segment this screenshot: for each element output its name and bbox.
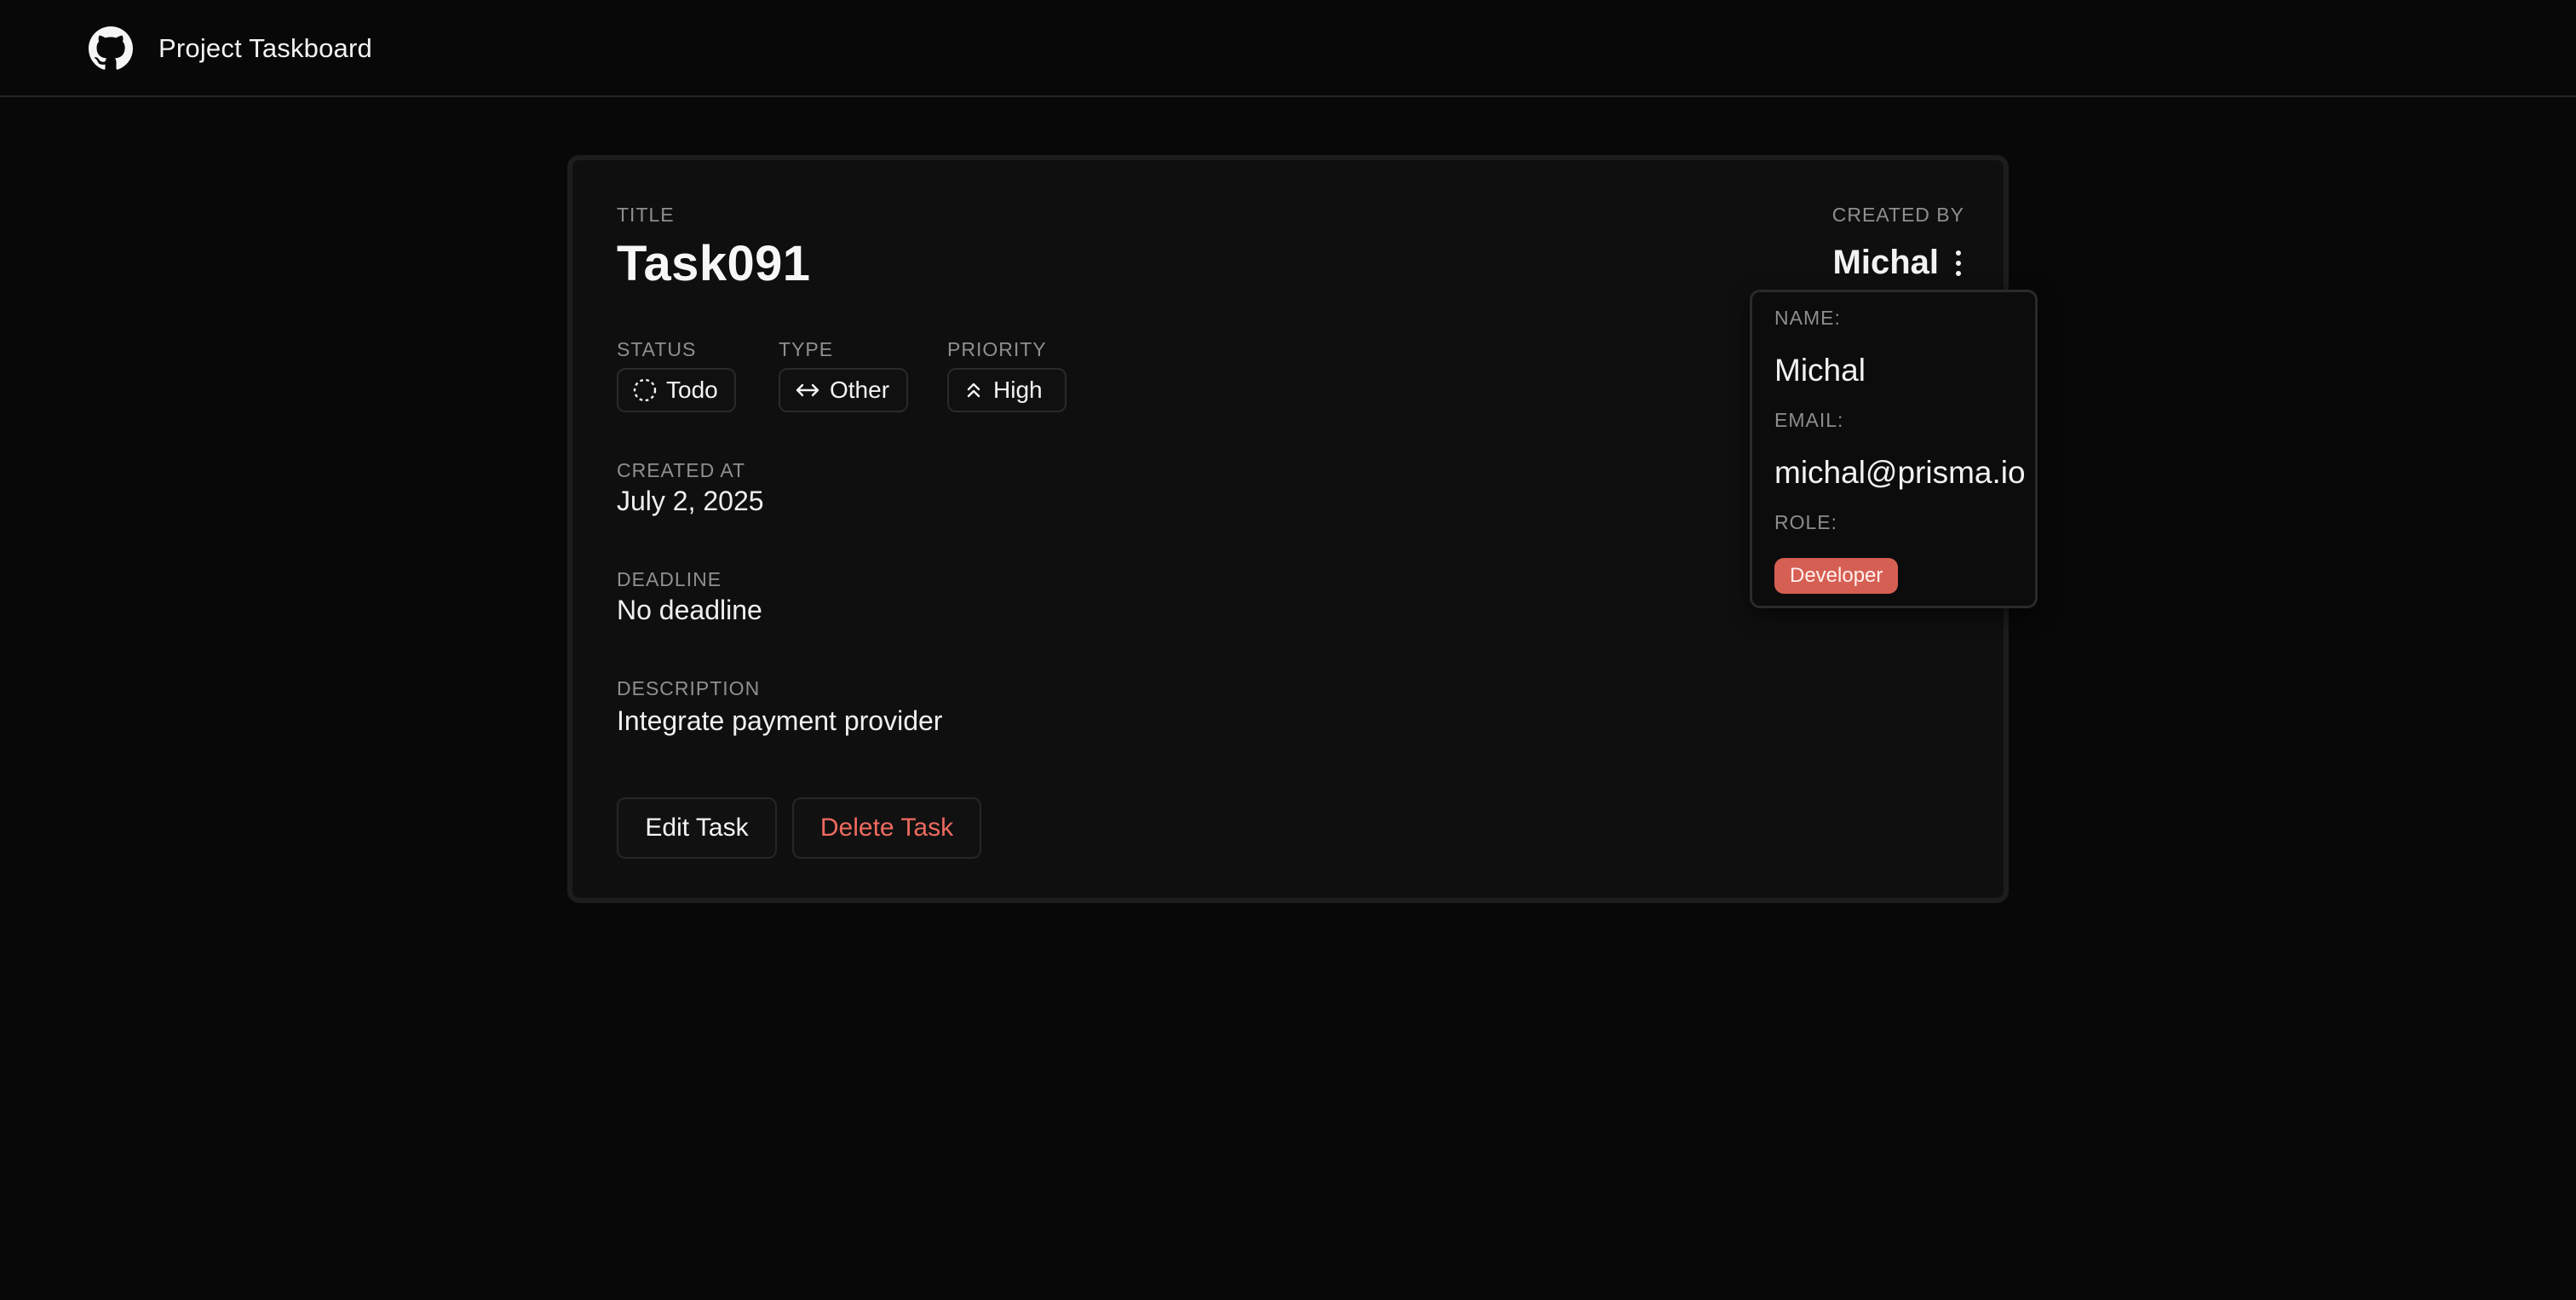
priority-value: High xyxy=(993,377,1043,403)
popover-name: Michal xyxy=(1774,353,1866,388)
status-badge[interactable]: Todo xyxy=(617,368,736,412)
popover-name-label: NAME: xyxy=(1774,307,1841,329)
created-by-label: CREATED BY xyxy=(1831,204,1964,226)
arrows-horizontal-icon xyxy=(796,383,819,397)
priority-badge[interactable]: High xyxy=(947,368,1067,412)
status-label: STATUS xyxy=(617,338,697,360)
github-icon[interactable] xyxy=(89,26,133,71)
description-value: Integrate payment provider xyxy=(617,705,943,736)
description-label: DESCRIPTION xyxy=(617,677,761,699)
type-badge[interactable]: Other xyxy=(779,368,908,412)
top-navbar: Project Taskboard xyxy=(0,0,2576,97)
creator-name: Michal xyxy=(1832,244,1939,281)
task-detail-page: Project Taskboard TITLE Task091 CREATED … xyxy=(0,0,2576,1300)
popover-role-label: ROLE: xyxy=(1774,511,1838,533)
title-label: TITLE xyxy=(617,204,675,226)
task-title: Task091 xyxy=(617,236,811,291)
edit-task-button[interactable]: Edit Task xyxy=(617,797,777,859)
deadline-label: DEADLINE xyxy=(617,568,722,590)
type-label: TYPE xyxy=(779,338,834,360)
app-title[interactable]: Project Taskboard xyxy=(158,32,372,66)
popover-email[interactable]: michal@prisma.io xyxy=(1774,454,2026,492)
created-at-value: July 2, 2025 xyxy=(617,486,764,516)
priority-label: PRIORITY xyxy=(947,338,1047,360)
more-vertical-icon[interactable] xyxy=(1951,249,1966,278)
status-value: Todo xyxy=(666,377,718,403)
creator-popover: NAME: Michal EMAIL: michal@prisma.io ROL… xyxy=(1750,290,2038,608)
type-value: Other xyxy=(830,377,890,403)
dashed-circle-icon xyxy=(633,378,657,402)
popover-email-label: EMAIL: xyxy=(1774,409,1844,431)
chevrons-up-icon xyxy=(967,383,980,398)
delete-task-button[interactable]: Delete Task xyxy=(792,797,981,859)
deadline-value: No deadline xyxy=(617,595,762,625)
role-badge: Developer xyxy=(1774,558,1899,594)
created-at-label: CREATED AT xyxy=(617,459,745,481)
